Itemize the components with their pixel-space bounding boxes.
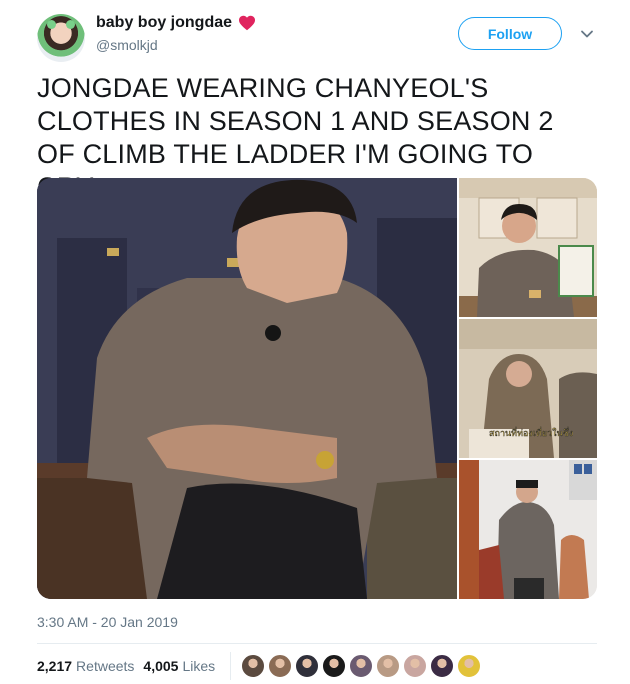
- heart-icon: [239, 15, 256, 31]
- liker-avatar[interactable]: [295, 654, 319, 678]
- photo-middle-right-image: สถานที่ท่องเที่ยวในซึ่ง: [459, 319, 597, 458]
- likes-count: 4,005: [143, 658, 179, 674]
- avatar-ear-right: [66, 20, 75, 29]
- liker-avatar[interactable]: [349, 654, 373, 678]
- liker-avatar[interactable]: [430, 654, 454, 678]
- liker-avatar[interactable]: [322, 654, 346, 678]
- chevron-down-icon[interactable]: [580, 27, 594, 41]
- author-name-row[interactable]: baby boy jongdae: [96, 14, 256, 32]
- author-handle[interactable]: @smolkjd: [96, 37, 158, 53]
- retweets-stat[interactable]: 2,217 Retweets: [37, 658, 134, 674]
- photo-top-right[interactable]: [459, 178, 597, 317]
- photo-main[interactable]: [37, 178, 457, 599]
- author-name[interactable]: baby boy jongdae: [96, 14, 232, 32]
- photo-main-image: [37, 178, 457, 599]
- liker-avatar[interactable]: [241, 654, 265, 678]
- author-avatar[interactable]: [37, 14, 85, 62]
- liker-avatars: [241, 654, 481, 678]
- liker-avatar[interactable]: [376, 654, 400, 678]
- liker-avatar[interactable]: [268, 654, 292, 678]
- retweets-label: Retweets: [76, 658, 135, 674]
- likers-separator: [230, 652, 231, 680]
- avatar-ear-left: [47, 20, 56, 29]
- divider: [37, 643, 597, 644]
- tweet-timestamp[interactable]: 3:30 AM - 20 Jan 2019: [37, 614, 178, 630]
- follow-button[interactable]: Follow: [458, 17, 562, 50]
- tweet-stats: 2,217 Retweets 4,005 Likes: [37, 658, 215, 674]
- photo-bottom-right-image: [459, 460, 597, 599]
- retweets-count: 2,217: [37, 658, 73, 674]
- likes-stat[interactable]: 4,005 Likes: [143, 658, 215, 674]
- likes-label: Likes: [182, 658, 216, 674]
- liker-avatar[interactable]: [403, 654, 427, 678]
- media-grid: สถานที่ท่องเที่ยวในซึ่ง: [37, 178, 597, 599]
- liker-avatar[interactable]: [457, 654, 481, 678]
- photo-top-right-image: [459, 178, 597, 317]
- photo-bottom-right[interactable]: [459, 460, 597, 599]
- photo-middle-right[interactable]: สถานที่ท่องเที่ยวในซึ่ง: [459, 319, 597, 458]
